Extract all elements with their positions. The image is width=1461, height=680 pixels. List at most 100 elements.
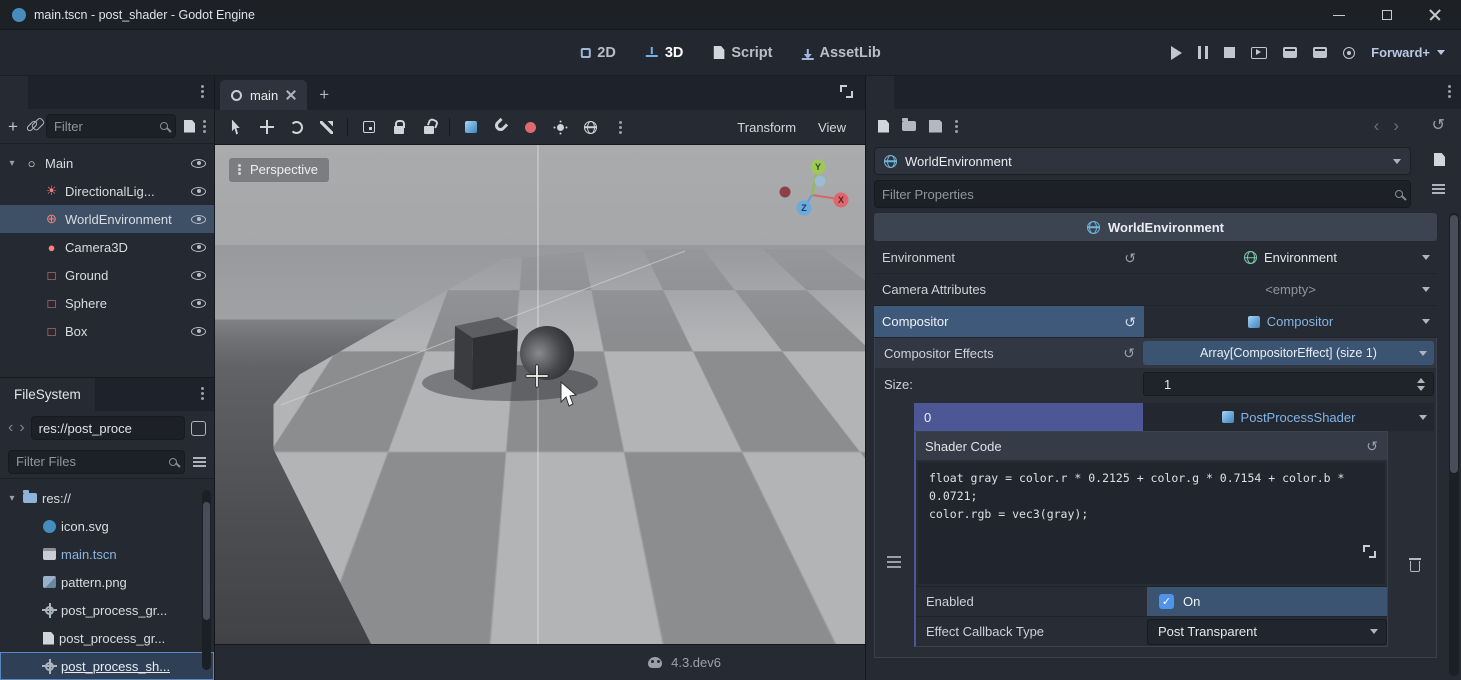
enabled-toggle[interactable]: On xyxy=(1147,587,1387,616)
scene-tree-row[interactable]: ⊕ WorldEnvironment xyxy=(0,205,214,233)
move-tool-icon[interactable] xyxy=(253,114,280,140)
expand-arrow[interactable]: ▾ xyxy=(6,158,18,169)
environment-resource-picker[interactable]: Environment xyxy=(1144,242,1437,273)
sort-files-icon[interactable] xyxy=(193,457,206,459)
axis-neg-x[interactable] xyxy=(780,187,791,198)
nav-back-icon[interactable]: ‹ xyxy=(8,420,13,436)
camera-attributes-picker[interactable]: <empty> xyxy=(1144,274,1437,305)
array-editor-button[interactable]: Array[CompositorEffect] (size 1) xyxy=(1143,341,1434,365)
spin-arrows-icon[interactable] xyxy=(1417,378,1425,391)
scene-tree-row[interactable]: □ Box xyxy=(0,317,214,345)
editor-mode-tab[interactable]: 3D xyxy=(646,45,684,61)
close-button[interactable] xyxy=(1429,9,1441,21)
file-filter-input[interactable]: Filter Files xyxy=(8,450,185,474)
drag-handle-icon[interactable] xyxy=(887,561,901,563)
edited-object-selector[interactable]: WorldEnvironment xyxy=(874,147,1411,175)
visibility-eye-icon[interactable] xyxy=(191,243,206,252)
effect-resource-picker[interactable]: PostProcessShader xyxy=(1143,403,1434,431)
maximize-button[interactable] xyxy=(1381,9,1393,21)
transform-menu[interactable]: Transform xyxy=(726,115,807,140)
editor-mode-tab[interactable]: 2D xyxy=(580,45,616,61)
editor-mode-tab[interactable]: Script xyxy=(713,45,772,61)
object-history-icon[interactable]: ↺ xyxy=(1432,118,1445,134)
more-options-icon[interactable] xyxy=(1448,90,1451,93)
editor-mode-tab[interactable]: AssetLib xyxy=(802,45,880,61)
inspector-scrollbar[interactable] xyxy=(1449,213,1459,676)
menu-item[interactable] xyxy=(12,47,34,59)
visibility-eye-icon[interactable] xyxy=(191,299,206,308)
visibility-eye-icon[interactable] xyxy=(191,327,206,336)
history-back-icon[interactable]: ‹ xyxy=(1374,116,1380,136)
more-options-icon[interactable] xyxy=(955,125,958,128)
scene-tab-main[interactable]: main xyxy=(220,80,307,110)
inspector-tab[interactable] xyxy=(922,76,950,109)
distraction-free-icon[interactable] xyxy=(840,85,865,101)
save-resource-icon[interactable] xyxy=(929,120,942,133)
file-row[interactable]: main.tscn xyxy=(0,540,214,568)
scene-tree-row[interactable]: ▾ ○ Main xyxy=(0,149,214,177)
file-row[interactable]: pattern.png xyxy=(0,568,214,596)
dock-tab[interactable] xyxy=(28,76,56,109)
minimize-button[interactable] xyxy=(1333,9,1345,21)
new-scene-tab-icon[interactable]: + xyxy=(319,86,329,103)
bottom-panel-tab[interactable] xyxy=(803,658,825,668)
menu-item[interactable] xyxy=(84,47,106,59)
delete-element-icon[interactable] xyxy=(1409,558,1421,572)
property-filter-input[interactable]: Filter Properties xyxy=(874,180,1411,208)
more-options-icon[interactable] xyxy=(203,125,206,128)
inspector-tab[interactable] xyxy=(866,76,894,109)
file-row[interactable]: post_process_sh... xyxy=(0,652,214,680)
scene-tree-row[interactable]: ● Camera3D xyxy=(0,233,214,261)
sphere-mesh[interactable] xyxy=(520,326,574,380)
menu-item[interactable] xyxy=(108,47,130,59)
camera-preview-icon[interactable] xyxy=(517,114,544,140)
more-options-icon[interactable] xyxy=(201,392,204,395)
play-button[interactable] xyxy=(1171,46,1182,60)
visibility-eye-icon[interactable] xyxy=(191,215,206,224)
dock-tab-filesystem[interactable]: FileSystem xyxy=(0,378,95,411)
revert-icon[interactable]: ↺ xyxy=(1124,251,1136,265)
visibility-eye-icon[interactable] xyxy=(191,271,206,280)
file-row[interactable]: post_process_gr... xyxy=(0,624,214,652)
lock-icon[interactable] xyxy=(385,114,412,140)
perspective-selector[interactable]: Perspective xyxy=(229,158,329,182)
close-tab-icon[interactable] xyxy=(286,90,296,100)
movie-writer-button[interactable] xyxy=(1343,47,1355,59)
pause-button[interactable] xyxy=(1198,46,1208,59)
scene-tree-row[interactable]: ☀ DirectionalLig... xyxy=(0,177,214,205)
add-node-icon[interactable]: + xyxy=(8,118,18,135)
history-forward-icon[interactable]: › xyxy=(1393,116,1399,136)
select-tool-icon[interactable] xyxy=(223,114,250,140)
compositor-resource-picker[interactable]: Compositor xyxy=(1144,306,1437,337)
revert-icon[interactable]: ↺ xyxy=(1123,346,1135,360)
renderer-selector[interactable]: Forward+ xyxy=(1371,45,1445,60)
file-row[interactable]: ▾ res:// xyxy=(0,484,214,512)
visibility-eye-icon[interactable] xyxy=(191,159,206,168)
visibility-eye-icon[interactable] xyxy=(191,187,206,196)
more-options-icon[interactable] xyxy=(607,114,634,140)
play-custom-scene-button[interactable] xyxy=(1283,47,1297,58)
open-documentation-icon[interactable] xyxy=(1434,153,1445,166)
unlock-icon[interactable] xyxy=(415,114,442,140)
revert-icon[interactable]: ↺ xyxy=(1366,439,1378,453)
revert-icon[interactable]: ↺ xyxy=(1124,315,1136,329)
callback-type-dropdown[interactable]: Post Transparent xyxy=(1147,619,1387,645)
expand-code-icon[interactable] xyxy=(1363,545,1376,558)
axis-neg-z[interactable] xyxy=(815,176,826,187)
play-scene-button[interactable] xyxy=(1251,47,1267,59)
3d-viewport[interactable]: X Y Z Perspective xyxy=(215,145,865,644)
scene-tree-row[interactable]: □ Sphere xyxy=(0,289,214,317)
scale-tool-icon[interactable] xyxy=(313,114,340,140)
menu-item[interactable] xyxy=(60,47,82,59)
cube-mesh[interactable] xyxy=(454,317,518,390)
file-row[interactable]: post_process_gr... xyxy=(0,596,214,624)
list-select-icon[interactable] xyxy=(355,114,382,140)
shader-code-editor[interactable]: float gray = color.r * 0.2125 + color.g … xyxy=(918,462,1385,584)
load-resource-icon[interactable] xyxy=(902,121,916,131)
preview-environment-icon[interactable] xyxy=(577,114,604,140)
filesystem-scrollbar[interactable] xyxy=(202,490,211,670)
local-space-icon[interactable] xyxy=(457,114,484,140)
more-options-icon[interactable] xyxy=(201,90,204,93)
menu-item[interactable] xyxy=(36,47,58,59)
dock-tab[interactable] xyxy=(0,76,28,109)
